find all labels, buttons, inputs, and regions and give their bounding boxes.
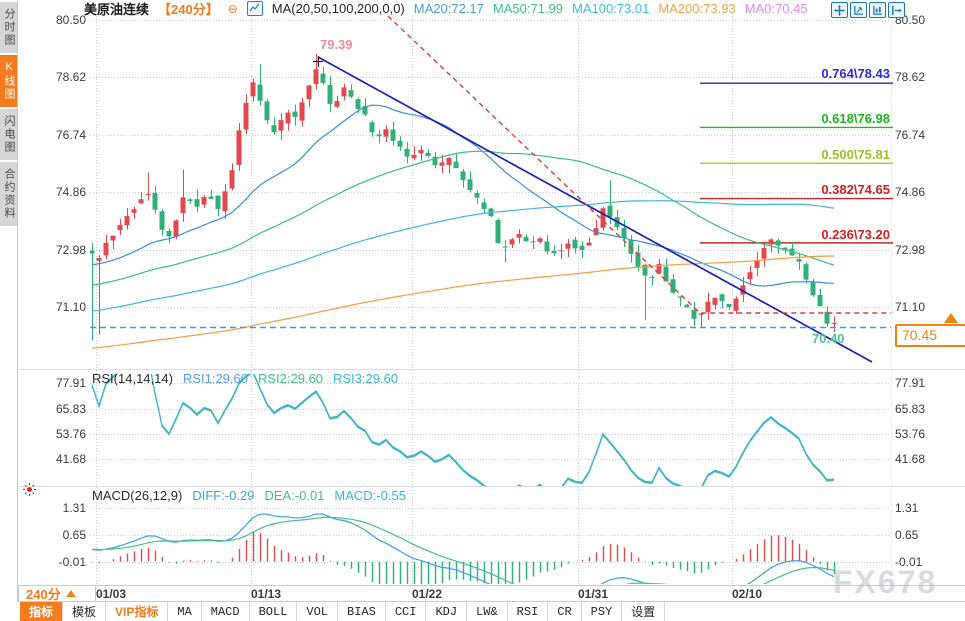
ma0-value: MA0:70.45	[745, 1, 808, 16]
alert-icon[interactable]	[22, 482, 37, 502]
swing-low-label: 70.40	[812, 331, 845, 346]
price-up-arrow-icon	[944, 313, 958, 323]
zoom-axis-icon[interactable]	[850, 2, 867, 18]
rsi-title: RSI(14,14,14)	[92, 371, 173, 386]
toolbar-item-vol[interactable]: VOL	[297, 602, 338, 621]
swing-high-label: 79.39	[320, 37, 353, 52]
instrument-title: 美原油连续	[84, 0, 149, 18]
chart-icon[interactable]	[247, 1, 263, 16]
toolbar-item-settings[interactable]: 设置	[622, 602, 665, 621]
fib-label-0618: 0.618\76.98	[821, 111, 890, 126]
scale-axis-icon[interactable]	[869, 2, 886, 18]
left-tab-rail: 分时图 K线图 闪电图 合约资料	[0, 0, 18, 621]
macd-value: MACD:-0.55	[334, 488, 406, 503]
toolbar-item-ma[interactable]: MA	[168, 602, 201, 621]
ma200-value: MA200:73.93	[658, 1, 735, 16]
ma50-value: MA50:71.99	[493, 1, 563, 16]
toolbar-item-template[interactable]: 模板	[63, 602, 106, 621]
toolbar-item-lw[interactable]: LW&	[467, 602, 508, 621]
sidebar-tab-lightning[interactable]: 闪电图	[0, 109, 17, 160]
chart-tool-icons	[831, 2, 905, 18]
rsi3-value: RSI3:29.60	[333, 371, 398, 386]
toolbar-item-boll[interactable]: BOLL	[250, 602, 298, 621]
period-selector-label: 240分	[26, 584, 61, 603]
toolbar-item-kdj[interactable]: KDJ	[426, 602, 467, 621]
rsi1-value: RSI1:29.60	[183, 371, 248, 386]
crosshair-icon[interactable]	[831, 2, 848, 18]
current-price-tag: 70.45	[895, 324, 965, 347]
toolbar-item-indicator[interactable]: 指标	[20, 602, 63, 621]
circle-minus-icon[interactable]: ⊖	[228, 3, 238, 15]
toolbar-item-vip-indicator[interactable]: VIP指标	[106, 602, 168, 621]
toolbar-item-psy[interactable]: PSY	[582, 602, 623, 621]
toolbar-item-cr[interactable]: CR	[548, 602, 581, 621]
macd-title: MACD(26,12,9)	[92, 488, 182, 503]
fib-label-0764: 0.764\78.43	[821, 66, 890, 81]
candlestick-chart-canvas[interactable]	[0, 0, 965, 621]
fx678-watermark: FX678	[833, 564, 937, 601]
diff-value: DIFF:-0.29	[192, 488, 254, 503]
sidebar-tab-timeshare[interactable]: 分时图	[0, 2, 17, 53]
dea-value: DEA:-0.01	[264, 488, 324, 503]
indicator-toolbar: 指标 模板 VIP指标 MA MACD BOLL VOL BIAS CCI KD…	[17, 602, 965, 621]
period-up-arrow-icon	[66, 590, 76, 597]
sidebar-tab-contract-info[interactable]: 合约资料	[0, 162, 17, 226]
toolbar-item-cci[interactable]: CCI	[386, 602, 427, 621]
sidebar-tab-kline[interactable]: K线图	[0, 55, 17, 107]
toolbar-item-rsi[interactable]: RSI	[508, 602, 549, 621]
macd-header: MACD(26,12,9) DIFF:-0.29 DEA:-0.01 MACD:…	[92, 488, 406, 503]
toolbar-item-macd[interactable]: MACD	[202, 602, 250, 621]
fib-label-0236: 0.236\73.20	[821, 227, 890, 242]
ma100-value: MA100:73.01	[572, 1, 649, 16]
fib-label-0382: 0.382\74.65	[821, 182, 890, 197]
toolbar-item-bias[interactable]: BIAS	[338, 602, 386, 621]
chart-header: 美原油连续 【240分】 ⊖ MA(20,50,100,200,0,0) MA2…	[84, 0, 808, 17]
period-selector[interactable]: 240分	[18, 586, 96, 601]
ma20-value: MA20:72.17	[414, 1, 484, 16]
rsi2-value: RSI2:29.60	[258, 371, 323, 386]
period-label: 【240分】	[158, 0, 219, 18]
fib-label-0500: 0.500\75.81	[821, 147, 890, 162]
rsi-header: RSI(14,14,14) RSI1:29.60 RSI2:29.60 RSI3…	[92, 371, 398, 386]
ma-formula: MA(20,50,100,200,0,0)	[272, 1, 405, 16]
pan-right-icon[interactable]	[888, 2, 905, 18]
